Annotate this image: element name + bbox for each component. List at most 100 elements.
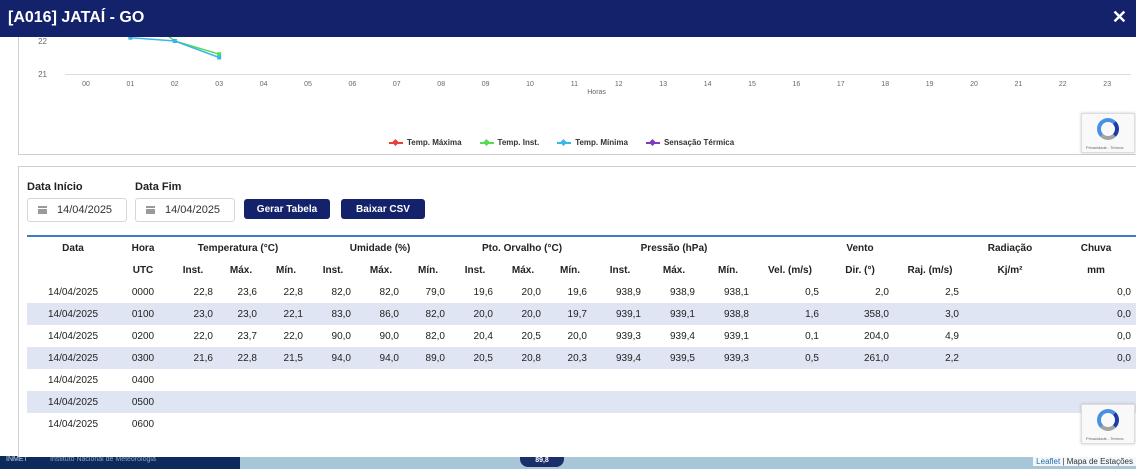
table-cell: 2,2: [895, 347, 965, 369]
sub-header-cell: Raj. (m/s): [907, 264, 953, 276]
generate-table-button[interactable]: Gerar Tabela: [244, 199, 330, 219]
table-cell: 22,0: [283, 330, 303, 342]
table-cell: [451, 413, 499, 435]
table-cell: [965, 325, 1055, 347]
table-cell: [405, 369, 451, 391]
y-tick-label: 22: [38, 37, 47, 46]
sub-header-cell: Dir. (°): [845, 264, 875, 276]
table-cell: [755, 413, 825, 435]
table-cell: 20,0: [499, 303, 547, 325]
start-date-value: 14/04/2025: [57, 204, 113, 216]
table-cell: 20,0: [567, 330, 587, 342]
x-tick-label: 01: [127, 81, 135, 88]
table-row: 14/04/2025 0000 22,8 23,6 22,8 82,0 82,0 79,0 19…: [27, 281, 1136, 303]
legend-item[interactable]: Sensação Térmica: [645, 138, 734, 147]
table-cell: 20,8: [499, 347, 547, 369]
end-date-input[interactable]: 14/04/2025: [135, 198, 235, 222]
series-line: [127, 37, 220, 59]
sub-header-cell: Inst.: [464, 264, 486, 276]
leaflet-link[interactable]: Leaflet: [1036, 457, 1060, 466]
series-point[interactable]: [217, 55, 222, 60]
table-cell: 3,0: [895, 303, 965, 325]
table-cell: 0,0: [1117, 330, 1131, 342]
recaptcha-icon: [1097, 118, 1119, 140]
station-modal: [A016] JATAÍ - GO ✕ 22 21 00 01 02 03 04 05 06 07…: [0, 0, 1136, 457]
table-cell: [219, 369, 263, 391]
chart-panel: 22 21 00 01 02 03 04 05 06 07 08 09 10 11 12 13 14 15 16 17…: [18, 37, 1136, 155]
table-cell: 358,0: [825, 303, 895, 325]
legend-item[interactable]: Temp. Mínima: [557, 138, 628, 147]
table-cell: 20,0: [521, 286, 541, 298]
series-point[interactable]: [172, 39, 177, 43]
table-cell: [895, 391, 965, 413]
recaptcha-badge[interactable]: Privacidade - Termos: [1081, 113, 1135, 153]
x-tick-label: 15: [748, 81, 756, 88]
table-cell: [701, 413, 755, 435]
table-cell: 0000: [131, 286, 155, 298]
inmet-footer-sublabel: Instituto Nacional de Meteorologia: [50, 456, 156, 463]
table-panel: Data Início Data Fim 14/04/2025 14/04/20…: [18, 166, 1136, 457]
legend-marker-icon: [557, 141, 572, 144]
start-date-label: Data Início: [27, 181, 83, 193]
table-cell: 0,0: [1055, 347, 1136, 369]
x-tick-label: 14: [704, 81, 712, 88]
table-cell: [755, 369, 825, 391]
table-cell: 939,1: [647, 303, 701, 325]
table-cell: [825, 369, 895, 391]
table-cell: [895, 369, 965, 391]
table-cell: 90,0: [379, 330, 399, 342]
table-cell: 938,1: [723, 286, 749, 298]
table-row: 14/04/2025 0200 22,0 23,7 22,0 90,0 90,0 82,0 20…: [27, 325, 1136, 347]
sub-header-cell: Mín.: [718, 264, 738, 276]
sub-header-cell: Mín.: [418, 264, 438, 276]
table-cell: [647, 369, 701, 391]
table-cell: [965, 281, 1055, 303]
table-cell: [263, 391, 309, 413]
series-point[interactable]: [128, 37, 133, 40]
x-tick-label: 20: [970, 81, 978, 88]
table-cell: 94,0: [309, 347, 357, 369]
sub-header-cell: Máx.: [229, 264, 253, 276]
table-cell: 0,1: [805, 330, 819, 342]
sub-header-cell: Inst.: [322, 264, 344, 276]
legend-item[interactable]: Temp. Inst.: [479, 138, 540, 147]
table-cell: 94,0: [357, 347, 405, 369]
table-row: 14/04/2025 0400: [27, 369, 1136, 391]
table-cell: 0400: [131, 374, 155, 386]
legend-marker-icon: [389, 141, 403, 144]
close-icon[interactable]: ✕: [1112, 7, 1127, 27]
legend-marker-icon: [479, 141, 494, 144]
table-cell: 20,5: [451, 347, 499, 369]
legend-label: Temp. Inst.: [497, 138, 540, 147]
start-date-input[interactable]: 14/04/2025: [27, 198, 127, 222]
table-cell: [167, 413, 219, 435]
table-cell: 14/04/2025: [47, 330, 99, 342]
download-csv-button[interactable]: Baixar CSV: [341, 199, 425, 219]
recaptcha-badge[interactable]: Privacidade - Termos: [1081, 404, 1135, 444]
table-cell: 22,8: [283, 286, 303, 298]
x-tick-label: 06: [349, 81, 357, 88]
sub-header-cell: Máx.: [662, 264, 686, 276]
recaptcha-text: Privacidade - Termos: [1086, 145, 1124, 150]
table-cell: [405, 391, 451, 413]
table-cell: 19,7: [547, 303, 593, 325]
table-cell: 82,0: [405, 303, 451, 325]
background-map[interactable]: INMET Instituto Nacional de Meteorologia…: [0, 455, 1136, 469]
legend-item[interactable]: Temp. Máxima: [389, 138, 462, 147]
x-tick-label: 00: [82, 81, 90, 88]
table-cell: 22,0: [193, 330, 213, 342]
table-cell: 0,0: [1055, 303, 1136, 325]
table-cell: 14/04/2025: [47, 286, 99, 298]
sub-header-cell: Inst.: [609, 264, 631, 276]
sub-header-cell: Máx.: [511, 264, 535, 276]
table-cell: 23,7: [237, 330, 257, 342]
legend-label: Temp. Máxima: [407, 138, 462, 147]
table-cell: 20,4: [473, 330, 493, 342]
table-cell: 0100: [119, 303, 167, 325]
legend-label: Temp. Mínima: [575, 138, 628, 147]
table-cell: 20,3: [547, 347, 593, 369]
table-cell: [263, 369, 309, 391]
table-cell: [309, 391, 357, 413]
table-cell: 0300: [119, 347, 167, 369]
table-cell: 261,0: [825, 347, 895, 369]
